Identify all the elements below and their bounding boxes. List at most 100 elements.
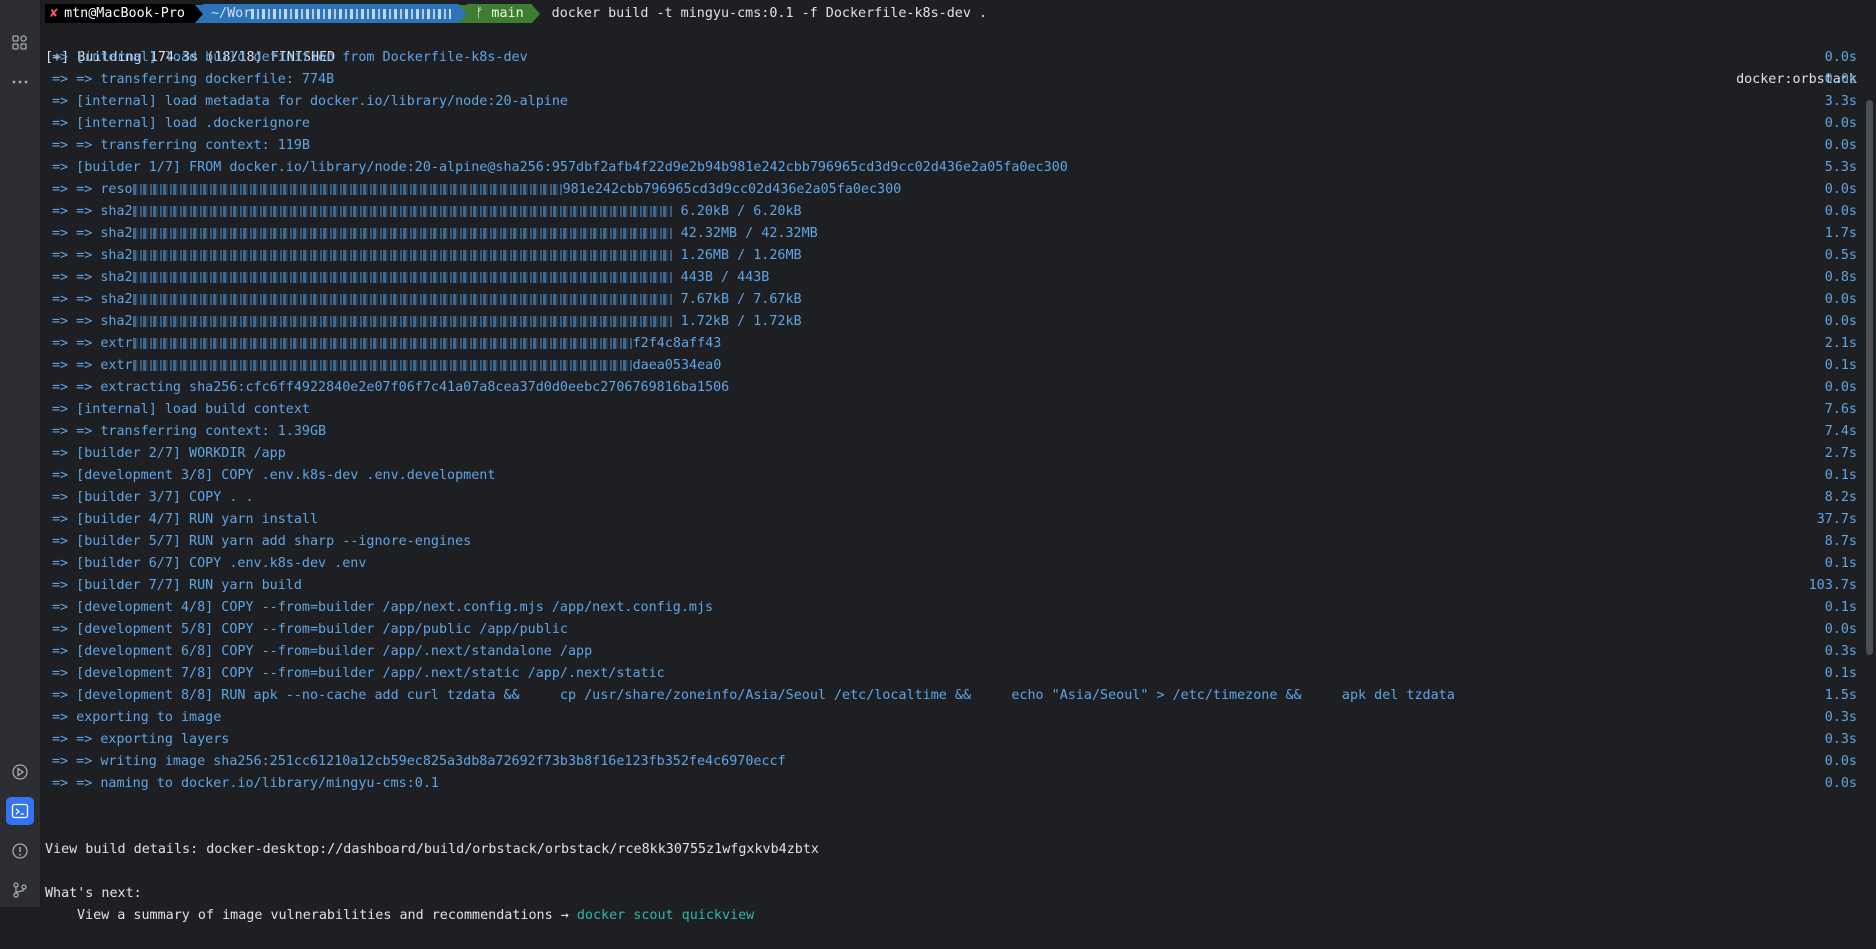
shell-command: docker build -t mingyu-cms:0.1 -f Docker… [551, 6, 988, 21]
redacted-text [132, 315, 673, 327]
segment-separator [195, 4, 203, 23]
build-step-row: => [builder 2/7] WORKDIR /app 2.7s [45, 443, 1857, 465]
build-step-row: => => sha2 1.26MB / 1.26MB 0.5s [45, 245, 1857, 267]
build-step-row: => => exporting layers 0.3s [45, 729, 1857, 751]
build-step-row: => [builder 1/7] FROM docker.io/library/… [45, 157, 1857, 179]
build-step-tail: 42.32MB / 42.32MB [672, 226, 818, 241]
build-step-text: => => naming to docker.io/library/mingyu… [52, 776, 439, 791]
build-step-row: => [internal] load build definition from… [45, 47, 1857, 69]
build-step-text: => => sha2 [52, 292, 133, 307]
terminal-output[interactable]: ✘ mtn@MacBook-Pro ~/Wor ᚠ main docker bui… [45, 0, 1857, 923]
build-step-text: => [internal] load build context [52, 402, 310, 417]
whats-next-heading: What's next: [45, 861, 1857, 901]
prompt-branch: main [491, 6, 524, 21]
build-step-duration: 3.3s [1824, 94, 1857, 109]
build-step-text: => => sha2 [52, 248, 133, 263]
build-step-row: => [development 4/8] COPY --from=builder… [45, 597, 1857, 619]
redacted-text [132, 271, 673, 283]
build-step-tail: daea0534ea0 [632, 358, 722, 373]
build-step-text: => [builder 4/7] RUN yarn install [52, 512, 319, 527]
build-step-duration: 0.0s [1824, 380, 1857, 395]
structure-icon[interactable] [6, 29, 34, 57]
build-step-row: => [builder 7/7] RUN yarn build 103.7s [45, 575, 1857, 597]
prompt-host-segment: ✘ mtn@MacBook-Pro [45, 4, 195, 23]
build-step-text: => [internal] load .dockerignore [52, 116, 310, 131]
build-step-tail: 1.72kB / 1.72kB [672, 314, 802, 329]
build-step-row: => => sha2 42.32MB / 42.32MB 1.7s [45, 223, 1857, 245]
build-step-duration: 0.0s [1824, 72, 1857, 87]
problems-icon[interactable] [6, 837, 34, 865]
build-step-row: => => transferring context: 1.39GB 7.4s [45, 421, 1857, 443]
segment-separator [459, 4, 468, 23]
segment-separator [531, 4, 540, 23]
build-step-text: => => sha2 [52, 204, 133, 219]
build-step-duration: 2.1s [1824, 336, 1857, 351]
build-step-duration: 7.4s [1824, 424, 1857, 439]
redacted-text [132, 359, 633, 371]
build-step-duration: 0.0s [1824, 776, 1857, 791]
build-step-row: => [internal] load build context 7.6s [45, 399, 1857, 421]
build-step-duration: 0.1s [1824, 600, 1857, 615]
build-step-duration: 0.1s [1824, 556, 1857, 571]
build-step-text: => [builder 6/7] COPY .env.k8s-dev .env [52, 556, 367, 571]
build-step-row: => [builder 3/7] COPY . . 8.2s [45, 487, 1857, 509]
build-step-text: => [builder 3/7] COPY . . [52, 490, 254, 505]
redacted-text [132, 293, 673, 305]
build-step-text: => [development 4/8] COPY --from=builder… [52, 600, 714, 615]
whats-next-text: View a summary of image vulnerabilities … [77, 908, 577, 923]
more-icon[interactable] [6, 68, 34, 96]
terminal-icon[interactable] [6, 797, 34, 825]
build-step-row: => [development 5/8] COPY --from=builder… [45, 619, 1857, 641]
build-step-text: => => extr [52, 336, 133, 351]
build-step-text: => => reso [52, 182, 133, 197]
vertical-scrollbar[interactable] [1866, 100, 1873, 655]
build-step-row: => => transferring context: 119B 0.0s [45, 135, 1857, 157]
build-step-text: => [internal] load metadata for docker.i… [52, 94, 568, 109]
build-step-duration: 5.3s [1824, 160, 1857, 175]
build-step-text: => => extracting sha256:cfc6ff4922840e2e… [52, 380, 730, 395]
build-step-row: => [internal] load .dockerignore 0.0s [45, 113, 1857, 135]
build-step-text: => [development 8/8] RUN apk --no-cache … [52, 688, 1455, 703]
build-step-text: => [development 3/8] COPY .env.k8s-dev .… [52, 468, 496, 483]
build-step-duration: 2.7s [1824, 446, 1857, 461]
build-step-duration: 0.1s [1824, 358, 1857, 373]
redacted-text [132, 337, 633, 349]
build-step-row: => [builder 6/7] COPY .env.k8s-dev .env 0… [45, 553, 1857, 575]
build-step-text: => [development 7/8] COPY --from=builder… [52, 666, 665, 681]
build-step-row: => [development 6/8] COPY --from=builder… [45, 641, 1857, 663]
build-step-tail: 981e242cbb796965cd3d9cc02d436e2a05fa0ec3… [562, 182, 902, 197]
run-icon[interactable] [6, 758, 34, 786]
build-step-duration: 1.5s [1824, 688, 1857, 703]
build-step-row: => [builder 4/7] RUN yarn install 37.7s [45, 509, 1857, 531]
build-step-text: => => exporting layers [52, 732, 230, 747]
build-step-text: => [builder 5/7] RUN yarn add sharp --ig… [52, 534, 472, 549]
build-step-row: => exporting to image 0.3s [45, 707, 1857, 729]
redacted-text [132, 227, 673, 239]
build-header: [+] Building 174.3s (18/18) FINISHED doc… [45, 25, 1857, 87]
build-step-tail: 1.26MB / 1.26MB [672, 248, 802, 263]
scout-quickview-link[interactable]: docker scout quickview [577, 908, 754, 923]
build-step-duration: 8.7s [1824, 534, 1857, 549]
build-step-row: => => sha2 1.72kB / 1.72kB 0.0s [45, 311, 1857, 333]
build-details-line: View build details: docker-desktop://das… [45, 817, 1857, 857]
build-step-text: => => sha2 [52, 226, 133, 241]
build-step-duration: 0.0s [1824, 204, 1857, 219]
prompt-host: mtn@MacBook-Pro [64, 6, 185, 21]
shell-prompt: ✘ mtn@MacBook-Pro ~/Wor ᚠ main docker bui… [45, 4, 987, 23]
build-details: View build details: docker-desktop://das… [45, 842, 819, 857]
build-step-text: => => transferring context: 119B [52, 138, 310, 153]
build-step-row: => => reso 981e242cbb796965cd3d9cc02d436e… [45, 179, 1857, 201]
build-step-row: => => naming to docker.io/library/mingyu… [45, 773, 1857, 795]
build-step-row: => [builder 5/7] RUN yarn add sharp --ig… [45, 531, 1857, 553]
build-step-row: => [development 3/8] COPY .env.k8s-dev .… [45, 465, 1857, 487]
build-step-duration: 0.3s [1824, 710, 1857, 725]
whats-next-item: View a summary of image vulnerabilities … [45, 883, 1857, 923]
build-step-row: => => writing image sha256:251cc61210a12… [45, 751, 1857, 773]
build-step-row: => [internal] load metadata for docker.i… [45, 91, 1857, 113]
redacted-path [251, 8, 452, 19]
build-step-row: => => transferring dockerfile: 774B 0.0s [45, 69, 1857, 91]
build-step-duration: 1.7s [1824, 226, 1857, 241]
git-icon[interactable] [6, 876, 34, 904]
build-step-text: => [development 6/8] COPY --from=builder… [52, 644, 593, 659]
build-step-text: => [builder 1/7] FROM docker.io/library/… [52, 160, 1068, 175]
